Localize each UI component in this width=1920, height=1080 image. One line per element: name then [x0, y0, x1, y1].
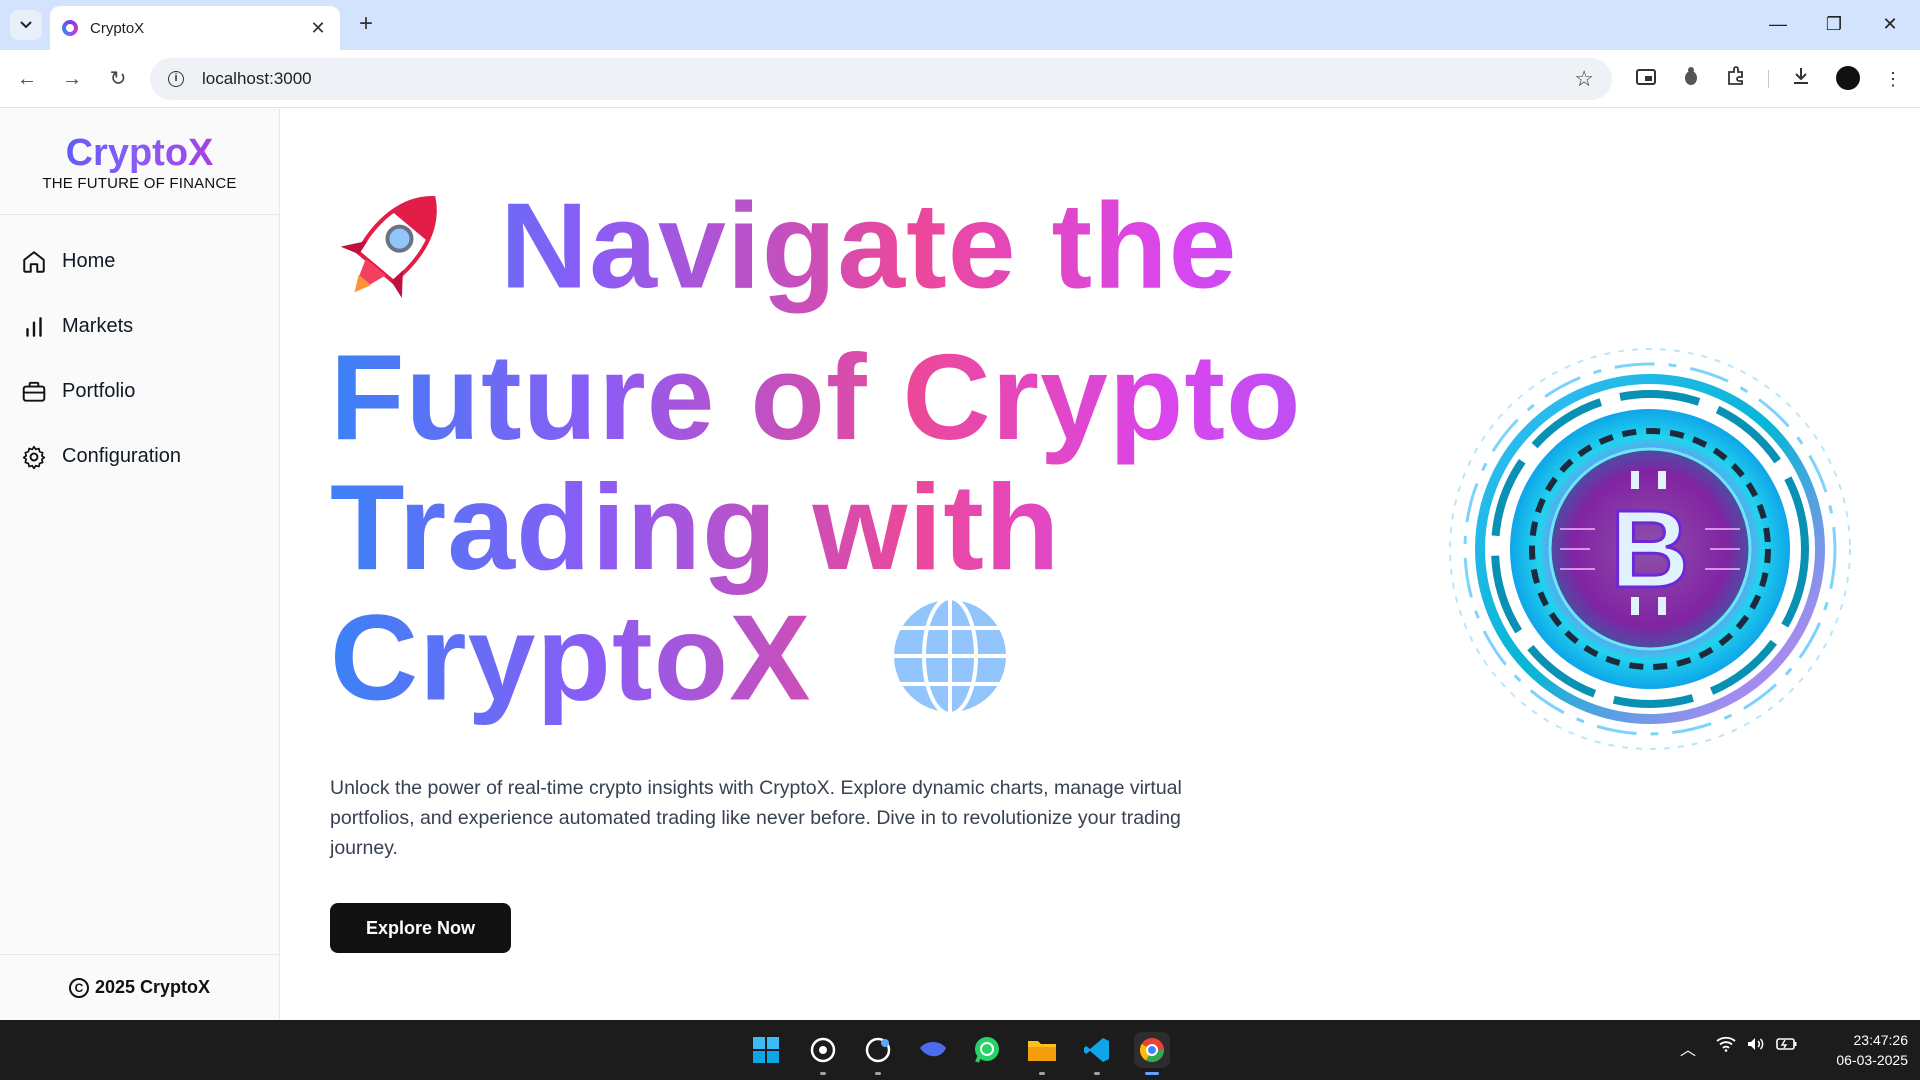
copyright-icon: C	[68, 977, 89, 998]
clock-date: 06-03-2025	[1836, 1052, 1908, 1068]
forward-arrow-icon[interactable]: →	[57, 64, 87, 94]
sidebar-item-configuration[interactable]: Configuration	[0, 424, 279, 489]
show-hidden-icons-chevron-icon[interactable]: ︿	[1680, 1036, 1696, 1060]
toolbar-divider	[1768, 70, 1769, 88]
bar-chart-icon	[20, 313, 48, 341]
sidebar-item-home[interactable]: Home	[0, 229, 279, 294]
svg-text:B: B	[1610, 488, 1689, 611]
sidebar-item-label: Configuration	[62, 445, 181, 467]
whatsapp-app-icon[interactable]	[969, 1032, 1005, 1068]
wifi-icon[interactable]	[1716, 1036, 1736, 1057]
explore-now-button[interactable]: Explore Now	[330, 903, 511, 953]
cryptox-favicon-icon	[62, 20, 78, 36]
home-icon	[20, 248, 48, 276]
running-indicator	[1094, 1072, 1100, 1075]
address-bar[interactable]: i localhost:3000 ☆	[150, 58, 1612, 100]
volume-icon[interactable]	[1746, 1036, 1766, 1057]
reload-icon[interactable]: ↻	[103, 64, 133, 94]
browser-tab-bar: CryptoX ✕ + — ❐ ✕	[0, 0, 1920, 50]
site-info-icon[interactable]: i	[168, 71, 184, 87]
tab-title: CryptoX	[90, 19, 145, 37]
hero-description: Unlock the power of real-time crypto ins…	[330, 777, 1182, 859]
extension-bug-icon[interactable]	[1678, 66, 1704, 92]
headline-line-3: Trading with	[330, 459, 1061, 595]
active-indicator	[1145, 1072, 1159, 1075]
bitcoin-coin-icon: B	[1449, 348, 1851, 750]
hero-headline: Navigate the Future of Crypto Trading wi…	[330, 179, 1390, 743]
brand-tagline: THE FUTURE OF FINANCE	[42, 175, 237, 192]
headline-line-2: Future of Crypto	[330, 329, 1302, 465]
file-explorer-app-icon[interactable]	[1024, 1032, 1060, 1075]
restore-button[interactable]: ❐	[1814, 10, 1854, 38]
sidebar-item-portfolio[interactable]: Portfolio	[0, 359, 279, 424]
headline-line-4: CryptoX	[330, 592, 1390, 743]
globe-icon	[886, 592, 1014, 743]
chatgpt-secondary-app-icon[interactable]	[860, 1032, 896, 1075]
running-indicator	[820, 1072, 826, 1075]
browser-tab[interactable]: CryptoX ✕	[50, 6, 340, 50]
clock-time: 23:47:26	[1853, 1032, 1909, 1048]
headline-text-4: CryptoX	[330, 589, 812, 726]
sidebar-item-label: Home	[62, 250, 116, 272]
running-indicator	[875, 1072, 881, 1075]
os-taskbar: ︿ 23:47:26 06-03-2025	[0, 1020, 1920, 1080]
briefcase-icon	[20, 378, 48, 406]
tab-search-button[interactable]	[10, 10, 42, 40]
sidebar: CryptoX THE FUTURE OF FINANCE Home Marke…	[0, 109, 280, 1020]
extensions-puzzle-icon[interactable]	[1723, 66, 1749, 92]
footer-text: 2025 CryptoX	[94, 977, 211, 997]
battery-icon[interactable]	[1776, 1036, 1798, 1057]
brand-block: CryptoX THE FUTURE OF FINANCE	[0, 109, 279, 215]
chevron-down-icon	[20, 21, 32, 29]
deepseek-app-icon[interactable]	[915, 1032, 951, 1068]
sidebar-item-label: Portfolio	[62, 380, 136, 402]
back-arrow-icon[interactable]: ←	[12, 64, 42, 94]
sidebar-footer: C 2025 CryptoX	[0, 954, 279, 1020]
brand-logo-text[interactable]: CryptoX	[0, 133, 279, 173]
chrome-app-icon[interactable]	[1134, 1032, 1170, 1075]
gear-icon	[20, 443, 48, 471]
vscode-app-icon[interactable]	[1079, 1032, 1115, 1075]
download-icon[interactable]	[1788, 66, 1814, 92]
chatgpt-app-icon[interactable]	[805, 1032, 841, 1075]
browser-toolbar: ← → ↻ i localhost:3000 ☆ ⋮	[0, 50, 1920, 108]
system-clock[interactable]: 23:47:26 06-03-2025	[1808, 1030, 1908, 1070]
bookmark-star-icon[interactable]: ☆	[1574, 66, 1594, 92]
rocket-icon	[330, 179, 460, 332]
app-root: CryptoX THE FUTURE OF FINANCE Home Marke…	[0, 109, 1920, 1020]
sidebar-item-label: Markets	[62, 315, 134, 337]
url-text[interactable]: localhost:3000	[202, 69, 1574, 89]
windows-start-icon[interactable]	[748, 1032, 784, 1068]
headline-line-1: Navigate the	[330, 179, 1390, 332]
browser-menu-icon[interactable]: ⋮	[1880, 66, 1906, 92]
bitcoin-illustration: B	[1430, 329, 1870, 769]
sidebar-nav: Home Markets Portfolio Configuration	[0, 215, 279, 489]
close-window-button[interactable]: ✕	[1870, 10, 1910, 38]
profile-avatar[interactable]	[1836, 66, 1860, 90]
picture-in-picture-icon[interactable]	[1633, 66, 1659, 92]
new-tab-button[interactable]: +	[352, 10, 380, 38]
minimize-button[interactable]: —	[1758, 10, 1798, 38]
sidebar-item-markets[interactable]: Markets	[0, 294, 279, 359]
running-indicator	[1039, 1072, 1045, 1075]
close-tab-icon[interactable]: ✕	[308, 18, 328, 39]
hero-section: Navigate the Future of Crypto Trading wi…	[330, 179, 1390, 743]
headline-text-1: Navigate the	[500, 177, 1238, 314]
